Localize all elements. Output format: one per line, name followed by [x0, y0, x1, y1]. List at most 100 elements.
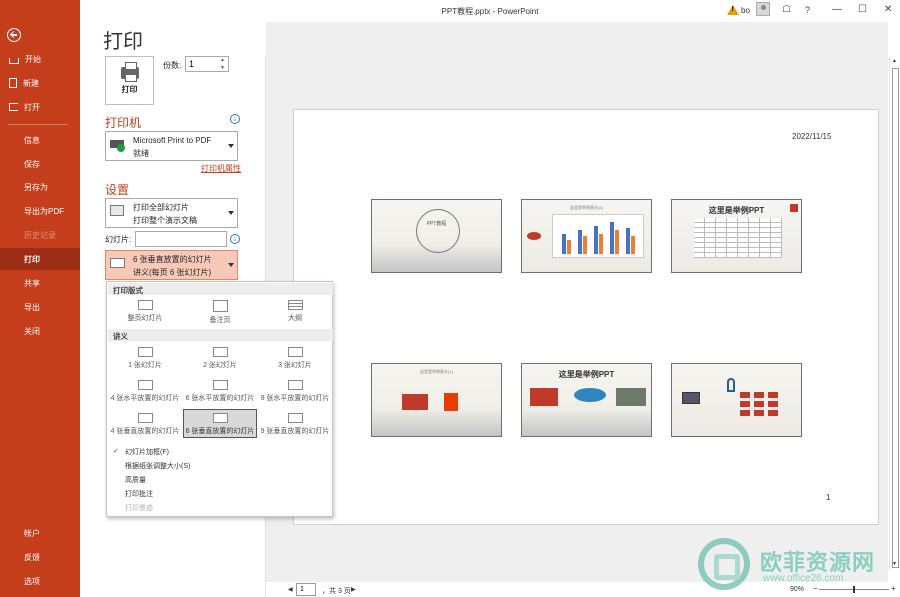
- nav-item-home[interactable]: 开始: [0, 48, 80, 70]
- close-icon[interactable]: ✕: [884, 4, 892, 15]
- handout-1-slide-option[interactable]: 1 张幻灯片: [108, 344, 182, 373]
- scroll-up-icon[interactable]: ▲: [889, 58, 900, 67]
- nav-item-save[interactable]: 保存: [0, 153, 80, 175]
- info-icon[interactable]: i: [230, 234, 240, 244]
- page-number-input[interactable]: [296, 583, 316, 596]
- minimize-icon[interactable]: —: [832, 4, 842, 15]
- backstage-nav: 开始 新建 打开 信息 保存 另存为 导出为PDF 历史记录 打印 共享 导出 …: [0, 0, 80, 597]
- option-label: 9 张水平放置的幻灯片: [260, 395, 330, 402]
- handout-6-vertical-icon: [212, 413, 228, 423]
- layout-line1: 6 张垂直放置的幻灯片: [133, 255, 212, 264]
- nav-item-export-pdf[interactable]: 导出为PDF: [0, 200, 80, 222]
- printer-heading: 打印机: [105, 116, 142, 130]
- nav-item-account[interactable]: 帐户: [0, 522, 80, 544]
- handout-date: 2022/11/15: [792, 132, 832, 141]
- handout-4-horizontal-option[interactable]: 4 张水平放置的幻灯片: [108, 377, 182, 406]
- slide-title: 这里是举例PPT: [558, 370, 615, 379]
- nav-item-options[interactable]: 选项: [0, 570, 80, 592]
- nav-item-close[interactable]: 关闭: [0, 320, 80, 342]
- zoom-in-icon[interactable]: +: [891, 584, 896, 593]
- nav-item-save-as[interactable]: 另存为: [0, 176, 80, 198]
- slides-label: 幻灯片:: [105, 235, 132, 244]
- handout-9-horizontal-option[interactable]: 9 张水平放置的幻灯片: [258, 377, 332, 406]
- nav-item-open[interactable]: 打开: [0, 96, 80, 118]
- watermark-logo: [698, 538, 750, 590]
- layout-outline-option[interactable]: 大纲: [258, 297, 332, 326]
- zoom-out-icon[interactable]: −: [813, 584, 818, 593]
- folder-icon: [9, 103, 18, 111]
- print-button-label: 打印: [121, 85, 138, 94]
- status-bar: ◀ ，共 3 页 ▶ 90% − +: [266, 582, 900, 597]
- slide-thumbnail: [671, 363, 802, 437]
- nav-item-info[interactable]: 信息: [0, 129, 80, 151]
- print-range-select[interactable]: 打印全部幻灯片 打印整个演示文稿: [105, 198, 238, 228]
- zoom-slider[interactable]: [819, 586, 889, 593]
- layout-notes-option[interactable]: 备注页: [183, 297, 257, 326]
- slides-input[interactable]: [135, 231, 227, 247]
- home-icon: [9, 57, 19, 64]
- nav-item-new[interactable]: 新建: [0, 72, 80, 94]
- printer-properties-link[interactable]: 打印机属性: [201, 163, 241, 174]
- handout-4-vertical-option[interactable]: 4 张垂直放置的幻灯片: [108, 410, 182, 439]
- zoom-level[interactable]: 90%: [790, 586, 804, 593]
- slide-title: 这里是举例表头(2): [570, 205, 603, 210]
- slide-thumbnail: 这里是举例表头(2): [521, 199, 652, 273]
- nav-divider: [8, 124, 68, 125]
- watermark-url: www.office26.com: [763, 573, 844, 584]
- user-name[interactable]: bo: [741, 6, 750, 15]
- print-comments-option[interactable]: 打印批注: [125, 489, 153, 499]
- nav-item-label: 打开: [24, 102, 40, 112]
- previous-page-icon[interactable]: ◀: [288, 586, 293, 593]
- settings-heading: 设置: [105, 183, 130, 197]
- handout-3-slides-option[interactable]: 3 张幻灯片: [258, 344, 332, 373]
- zoom-slider-knob[interactable]: [853, 586, 855, 593]
- handout-9-horizontal-icon: [287, 380, 303, 390]
- avatar[interactable]: [756, 2, 770, 16]
- info-icon[interactable]: i: [230, 114, 240, 124]
- vertical-scrollbar[interactable]: [889, 58, 900, 570]
- comments-icon[interactable]: ☖: [782, 4, 791, 15]
- spin-down-icon[interactable]: ▼: [220, 65, 225, 71]
- frame-slides-option[interactable]: 幻灯片加框(F): [125, 447, 169, 457]
- warning-icon[interactable]: !: [727, 5, 739, 15]
- scroll-down-icon[interactable]: ▼: [889, 561, 900, 570]
- scrollbar-thumb[interactable]: [892, 68, 899, 568]
- scale-to-fit-option[interactable]: 根据纸张调整大小(S): [125, 461, 190, 471]
- preview-page: [293, 109, 879, 525]
- layout-full-page-option[interactable]: 整页幻灯片: [108, 297, 182, 326]
- help-icon[interactable]: ?: [805, 5, 810, 15]
- chevron-down-icon: [228, 211, 234, 215]
- chevron-down-icon: [228, 263, 234, 267]
- page-title: 打印: [103, 31, 143, 53]
- copies-label: 份数:: [163, 61, 182, 70]
- high-quality-option[interactable]: 高质量: [125, 475, 146, 485]
- option-label: 1 张幻灯片: [128, 362, 162, 369]
- next-page-icon[interactable]: ▶: [351, 586, 356, 593]
- handout-6-vertical-option[interactable]: 6 张垂直放置的幻灯片: [183, 409, 257, 438]
- window-title: PPT教程.pptx - PowerPoint: [441, 7, 539, 16]
- nav-item-share[interactable]: 共享: [0, 272, 80, 294]
- nav-item-feedback[interactable]: 反馈: [0, 546, 80, 568]
- printer-select[interactable]: Microsoft Print to PDF 就绪: [105, 131, 238, 161]
- maximize-icon[interactable]: ☐: [858, 4, 867, 15]
- spin-up-icon[interactable]: ▲: [220, 57, 225, 63]
- handout-1-icon: [137, 347, 153, 357]
- handout-2-slides-option[interactable]: 2 张幻灯片: [183, 344, 257, 373]
- handout-9-vertical-option[interactable]: 9 张垂直放置的幻灯片: [258, 410, 332, 439]
- nav-item-print[interactable]: 打印: [0, 248, 80, 270]
- option-label: 6 张水平放置的幻灯片: [185, 395, 255, 402]
- back-arrow-icon[interactable]: [7, 28, 21, 42]
- menu-section-handouts: 讲义: [108, 329, 333, 341]
- handout-6-horizontal-option[interactable]: 6 张水平放置的幻灯片: [183, 377, 257, 406]
- nav-item-label: 保存: [24, 159, 40, 169]
- nav-item-label: 导出为PDF: [24, 206, 64, 216]
- nav-item-export[interactable]: 导出: [0, 296, 80, 318]
- layout-select[interactable]: 6 张垂直放置的幻灯片 讲义(每页 6 张幻灯片): [105, 250, 238, 280]
- nav-item-label: 开始: [25, 54, 41, 64]
- checkmark-icon: ✓: [113, 448, 119, 455]
- notes-page-icon: [212, 300, 228, 312]
- print-ink-option: 打印墨迹: [125, 505, 153, 512]
- nav-item-label: 打印: [24, 254, 40, 264]
- print-button[interactable]: 打印: [105, 56, 154, 105]
- print-layout-menu: 打印版式 整页幻灯片 备注页 大纲 讲义 1 张幻灯片 2 张幻灯片 3 张幻灯…: [106, 281, 333, 517]
